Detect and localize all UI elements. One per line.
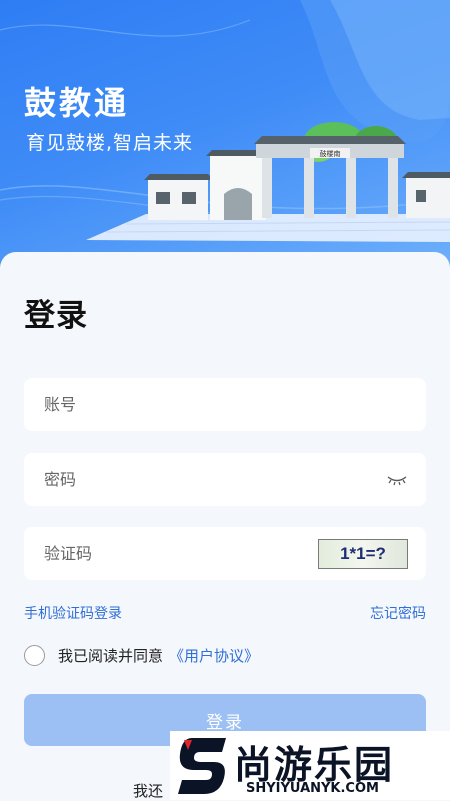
captcha-image[interactable]: 1*1=? [318, 539, 408, 569]
agreement-text: 我已阅读并同意 [58, 646, 164, 665]
gate-plaque: 鼓楼南 [320, 149, 341, 158]
account-field[interactable] [24, 378, 426, 431]
password-input[interactable] [24, 453, 374, 506]
drum-tower-gate-illustration: 鼓楼南 [86, 122, 450, 242]
watermark-url: SHYIYUANYK.COM [246, 781, 379, 796]
agreement-row: 我已阅读并同意 《用户协议》 [24, 643, 259, 667]
user-agreement-link[interactable]: 《用户协议》 [169, 645, 259, 666]
eye-closed-icon[interactable] [386, 470, 408, 488]
watermark-logo-icon [178, 738, 226, 794]
forgot-password-link[interactable]: 忘记密码 [370, 603, 426, 623]
hero-banner: 鼓教通 育见鼓楼,智启未来 鼓楼南 [0, 0, 450, 275]
register-prompt[interactable]: 我还 [133, 780, 163, 801]
site-watermark: 尚游乐园 SHYIYUANYK.COM [170, 731, 450, 800]
agreement-checkbox[interactable] [24, 644, 45, 666]
captcha-field[interactable]: 1*1=? [24, 527, 426, 580]
sms-login-link[interactable]: 手机验证码登录 [24, 603, 122, 623]
password-field[interactable] [24, 453, 426, 506]
captcha-input[interactable] [24, 527, 334, 580]
login-title: 登录 [24, 298, 88, 334]
account-input[interactable] [24, 378, 374, 431]
